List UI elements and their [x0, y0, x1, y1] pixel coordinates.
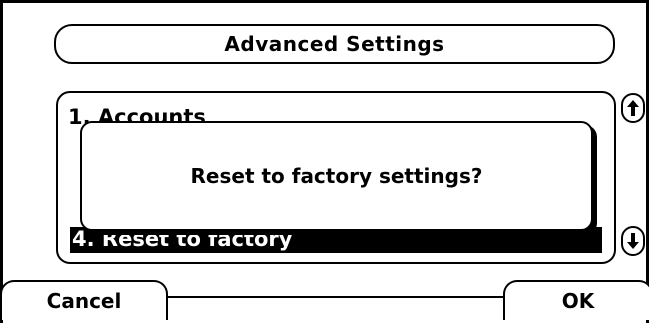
arrow-down-icon	[627, 233, 639, 249]
arrow-up-icon	[627, 100, 639, 116]
confirm-dialog: Reset to factory settings?	[80, 121, 593, 231]
scroll-down-button[interactable]	[621, 226, 645, 256]
scroll-up-button[interactable]	[621, 93, 645, 123]
cancel-button-label: Cancel	[46, 289, 122, 313]
ok-button[interactable]: OK	[503, 280, 649, 320]
cancel-button[interactable]: Cancel	[0, 280, 168, 320]
ok-button-label: OK	[561, 289, 595, 313]
page-title-text: Advanced Settings	[224, 32, 445, 56]
page-title: Advanced Settings	[54, 24, 615, 64]
screen-border-top	[0, 0, 649, 3]
screen-border-left	[0, 0, 3, 323]
dialog-message: Reset to factory settings?	[190, 164, 483, 188]
